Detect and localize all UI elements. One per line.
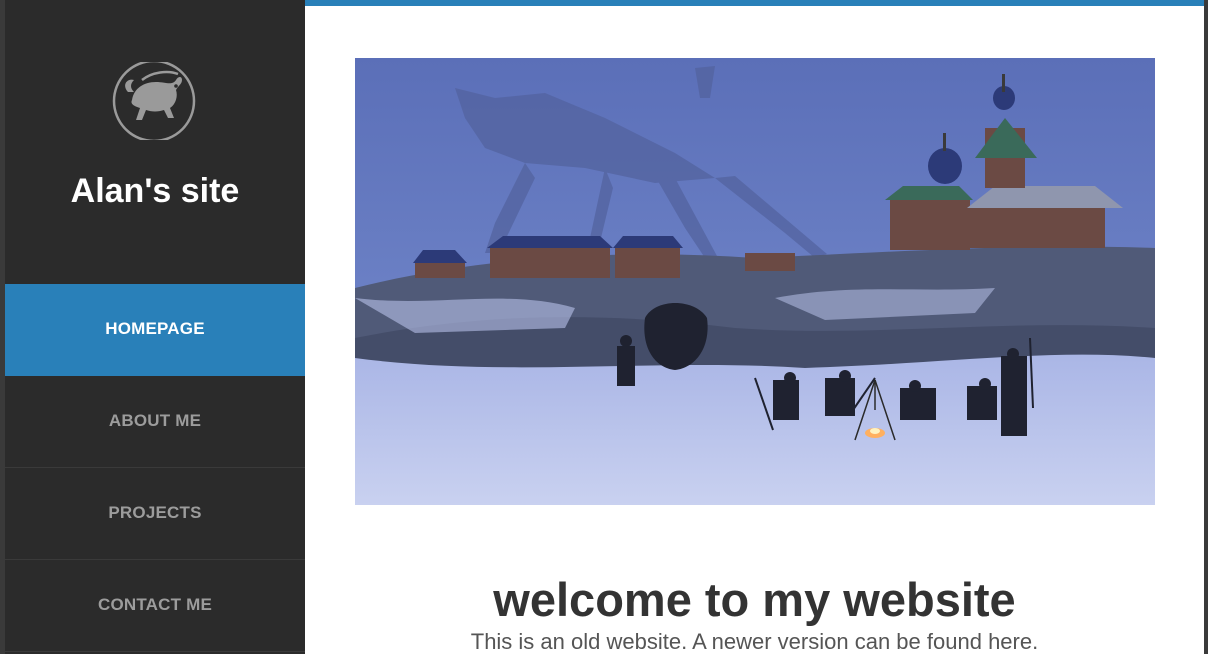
nav-item-projects[interactable]: PROJECTS	[5, 468, 305, 560]
dragon-emblem-icon[interactable]	[112, 62, 196, 140]
browser-frame: Alan's site HOMEPAGE ABOUT ME PROJECTS C…	[0, 0, 1208, 654]
nav-item-contact-me[interactable]: CONTACT ME	[5, 560, 305, 652]
subline-text: This is an old website. A newer version …	[470, 629, 989, 654]
newer-version-link[interactable]: here	[988, 629, 1032, 654]
nav-item-homepage[interactable]: HOMEPAGE	[5, 284, 305, 376]
hero-image	[355, 58, 1155, 505]
subline-suffix: .	[1032, 629, 1039, 654]
window-right-edge	[1204, 0, 1208, 654]
page-headline: welcome to my website	[493, 573, 1016, 626]
accent-top-bar	[305, 0, 1204, 6]
nav-item-about-me[interactable]: ABOUT ME	[5, 376, 305, 468]
sidebar-nav: HOMEPAGE ABOUT ME PROJECTS CONTACT ME	[5, 284, 305, 652]
sidebar: Alan's site HOMEPAGE ABOUT ME PROJECTS C…	[5, 0, 305, 654]
main-content: welcome to my website This is an old web…	[305, 0, 1204, 654]
page-subline: This is an old website. A newer version …	[305, 629, 1204, 654]
site-title[interactable]: Alan's site	[5, 172, 305, 211]
